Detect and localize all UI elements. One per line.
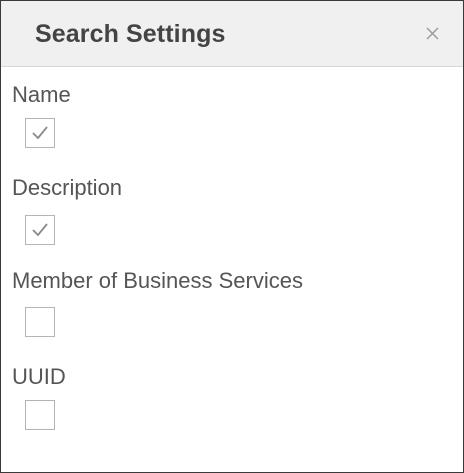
- description-checkbox[interactable]: [25, 215, 55, 245]
- name-checkbox[interactable]: [25, 118, 55, 148]
- checkmark-icon: [32, 126, 48, 140]
- field-name-label: Name: [12, 82, 71, 107]
- uuid-checkbox[interactable]: [25, 400, 55, 430]
- field-uuid-label: UUID: [12, 364, 66, 389]
- search-settings-panel: Search Settings Name Description Member …: [0, 0, 464, 473]
- field-member-of-business-services-label: Member of Business Services: [12, 268, 303, 293]
- panel-header: Search Settings: [1, 1, 463, 67]
- checkmark-icon: [32, 223, 48, 237]
- field-description-label: Description: [12, 175, 123, 200]
- member-of-business-services-checkbox[interactable]: [25, 307, 55, 337]
- close-button[interactable]: [421, 21, 445, 45]
- close-icon: [426, 27, 439, 40]
- panel-title: Search Settings: [35, 20, 226, 48]
